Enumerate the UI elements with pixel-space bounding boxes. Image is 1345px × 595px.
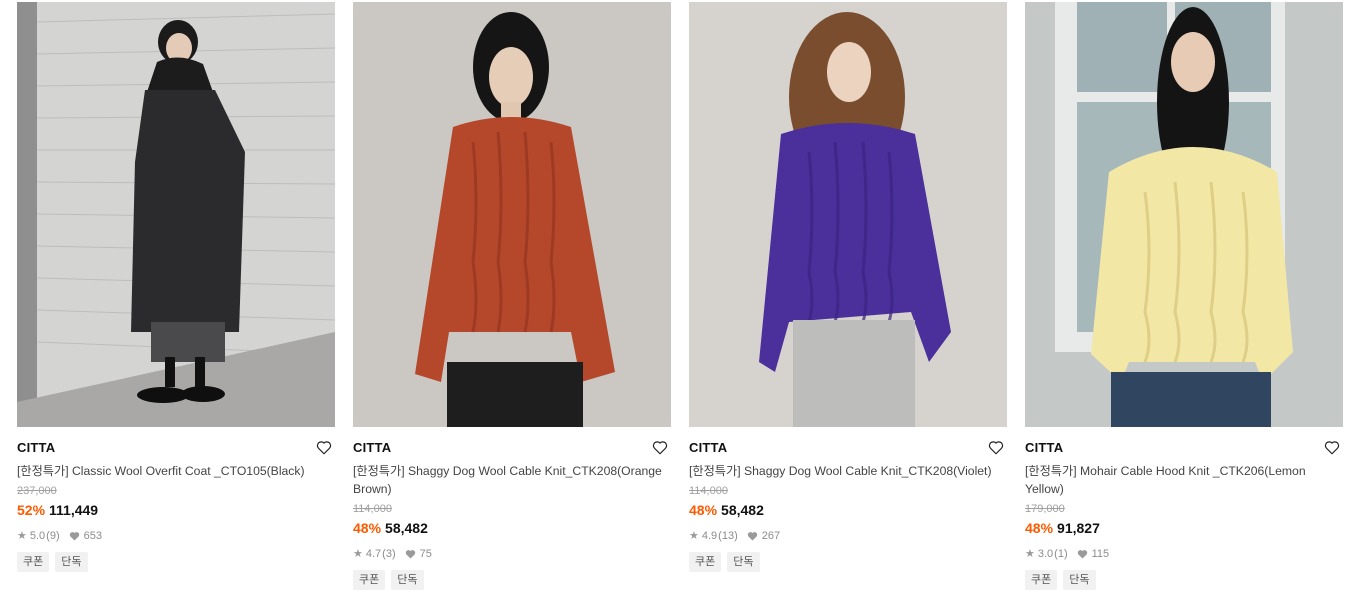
wishlist-heart-icon[interactable] (987, 438, 1007, 458)
rating-value: 5.0 (29, 530, 46, 542)
tag-list: 쿠폰 단독 (17, 552, 335, 572)
star-icon: ★ (353, 548, 363, 560)
like-count: 115 (1091, 548, 1110, 560)
product-title[interactable]: [한정특가] Mohair Cable Hood Knit _CTK206(Le… (1025, 462, 1335, 498)
tag-list: 쿠폰 단독 (353, 570, 671, 590)
model-yellow-hood-knit-image (1025, 2, 1343, 427)
rating-value: 4.7 (365, 548, 382, 560)
product-image[interactable] (353, 2, 671, 427)
rating-count: (9) (46, 530, 60, 542)
product-card[interactable]: CITTA [한정특가] Shaggy Dog Wool Cable Knit_… (353, 2, 671, 590)
sale-price: 58,482 (385, 520, 428, 536)
sale-price: 58,482 (721, 502, 764, 518)
like-count: 653 (83, 530, 102, 542)
discount-rate: 48% (353, 520, 382, 536)
rating-value: 3.0 (1037, 548, 1054, 560)
star-icon: ★ (1025, 548, 1035, 560)
brand-name[interactable]: CITTA (689, 440, 1007, 456)
price-row: 48% 91,827 (1025, 518, 1343, 538)
product-stats: ★ 4.7 (3) 75 (353, 546, 671, 562)
coupon-tag: 쿠폰 (353, 570, 386, 590)
tag-list: 쿠폰 단독 (689, 552, 1007, 572)
like-heart-icon (747, 531, 758, 541)
model-black-coat-image (17, 2, 335, 427)
like-heart-icon (405, 549, 416, 559)
product-stats: ★ 3.0 (1) 115 (1025, 546, 1343, 562)
discount-rate: 52% (17, 502, 46, 518)
coupon-tag: 쿠폰 (1025, 570, 1058, 590)
rating-count: (3) (382, 548, 396, 560)
exclusive-tag: 단독 (727, 552, 760, 572)
star-icon: ★ (689, 530, 699, 542)
like-count: 267 (761, 530, 781, 542)
original-price: 237,000 (17, 485, 57, 497)
price-row: 48% 58,482 (689, 500, 1007, 520)
brand-name[interactable]: CITTA (353, 440, 671, 456)
product-image[interactable] (689, 2, 1007, 427)
rating-value: 4.9 (701, 530, 718, 542)
discount-rate: 48% (689, 502, 718, 518)
price-row: 52% 111,449 (17, 500, 335, 520)
product-title[interactable]: [한정특가] Shaggy Dog Wool Cable Knit_CTK208… (689, 462, 999, 480)
product-image[interactable] (1025, 2, 1343, 427)
model-violet-knit-image (689, 2, 1007, 427)
rating-count: (13) (718, 530, 738, 542)
exclusive-tag: 단독 (55, 552, 88, 572)
brand-name[interactable]: CITTA (17, 440, 335, 456)
product-title[interactable]: [한정특가] Shaggy Dog Wool Cable Knit_CTK208… (353, 462, 663, 498)
exclusive-tag: 단독 (1063, 570, 1096, 590)
product-card[interactable]: CITTA [한정특가] Shaggy Dog Wool Cable Knit_… (689, 2, 1007, 572)
exclusive-tag: 단독 (391, 570, 424, 590)
like-heart-icon (69, 531, 80, 541)
product-grid: CITTA [한정특가] Classic Wool Overfit Coat _… (0, 0, 1345, 595)
product-title[interactable]: [한정특가] Classic Wool Overfit Coat _CTO105… (17, 462, 327, 480)
product-card[interactable]: CITTA [한정특가] Mohair Cable Hood Knit _CTK… (1025, 2, 1343, 590)
brand-name[interactable]: CITTA (1025, 440, 1343, 456)
sale-price: 91,827 (1057, 520, 1100, 536)
wishlist-heart-icon[interactable] (651, 438, 671, 458)
star-icon: ★ (17, 530, 27, 542)
discount-rate: 48% (1025, 520, 1054, 536)
model-orange-knit-image (353, 2, 671, 427)
product-card[interactable]: CITTA [한정특가] Classic Wool Overfit Coat _… (17, 2, 335, 572)
like-count: 75 (419, 548, 432, 560)
tag-list: 쿠폰 단독 (1025, 570, 1343, 590)
coupon-tag: 쿠폰 (17, 552, 50, 572)
product-image[interactable] (17, 2, 335, 427)
wishlist-heart-icon[interactable] (1323, 438, 1343, 458)
original-price: 179,000 (1025, 503, 1065, 515)
coupon-tag: 쿠폰 (689, 552, 722, 572)
original-price: 114,000 (689, 485, 728, 497)
like-heart-icon (1077, 549, 1088, 559)
sale-price: 111,449 (49, 502, 99, 518)
original-price: 114,000 (353, 503, 392, 515)
rating-count: (1) (1054, 548, 1068, 560)
wishlist-heart-icon[interactable] (315, 438, 335, 458)
price-row: 48% 58,482 (353, 518, 671, 538)
product-stats: ★ 5.0 (9) 653 (17, 528, 335, 544)
product-stats: ★ 4.9 (13) 267 (689, 528, 1007, 544)
